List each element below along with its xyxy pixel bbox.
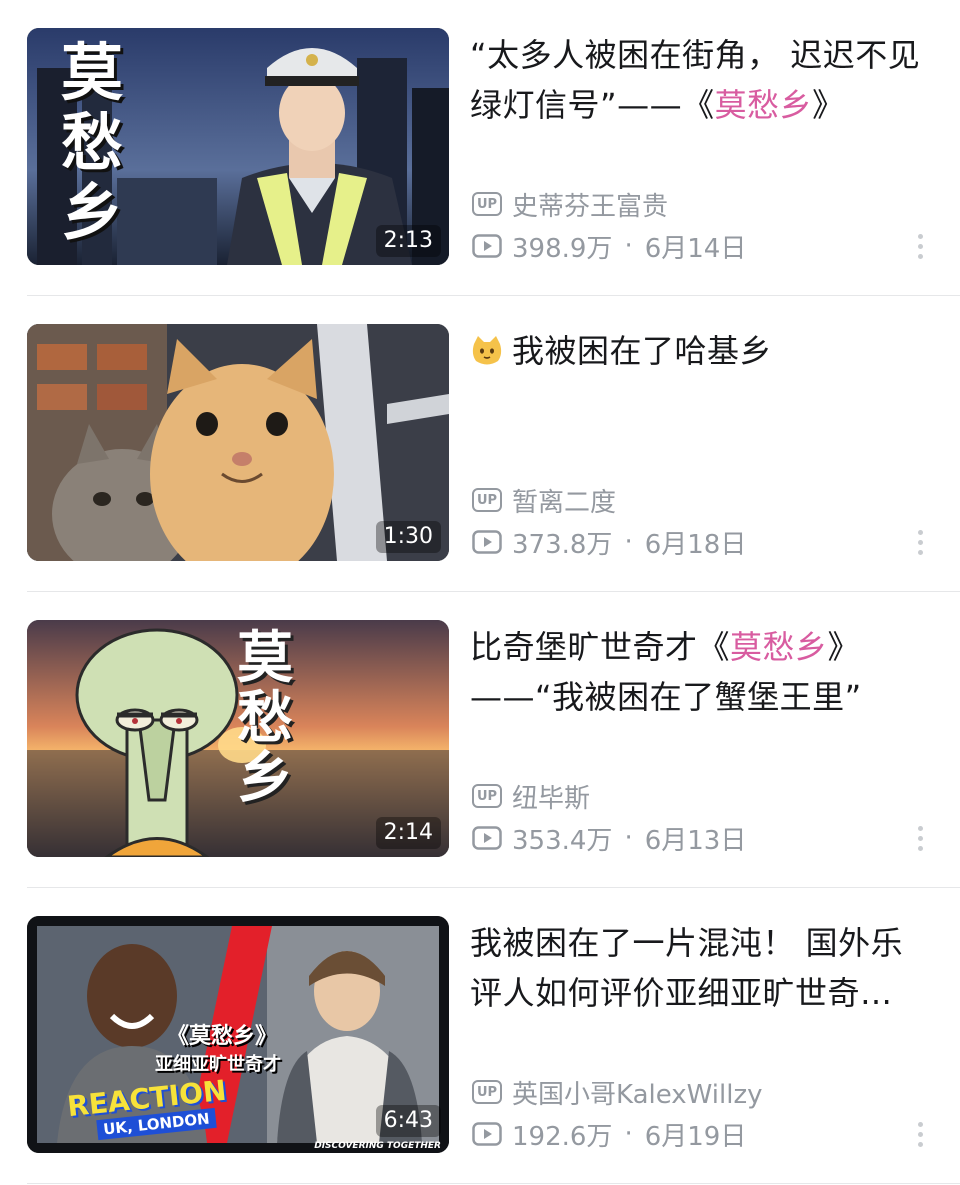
video-card[interactable]: 莫愁乡 2:14 比奇堡旷世奇才《莫愁乡》——“我被困在了蟹堡王里” UP 纽毕… bbox=[0, 592, 960, 888]
uploader-row[interactable]: UP 英国小哥KalexWillzy bbox=[472, 1074, 763, 1110]
uploader-name: 纽毕斯 bbox=[512, 783, 591, 814]
separator-dot: · bbox=[624, 1119, 633, 1149]
thumbnail-subtitle: 亚细亚旷世奇才 bbox=[155, 1054, 281, 1075]
video-card[interactable]: 《莫愁乡》 亚细亚旷世奇才 REACTION UK, LONDON DISCOV… bbox=[0, 888, 960, 1184]
stats-row: 353.4万 · 6月13日 bbox=[472, 820, 746, 856]
video-duration: 6:43 bbox=[375, 1105, 441, 1137]
thumbnail-title-art: 莫愁乡 bbox=[237, 625, 293, 811]
video-card[interactable]: 1:30 我被困在了哈基乡 UP 暂离二度 373.8万 · 6月18日 bbox=[0, 296, 960, 592]
video-thumbnail[interactable]: 1:30 bbox=[27, 324, 449, 561]
uploader-row[interactable]: UP 暂离二度 bbox=[472, 482, 616, 518]
video-feed: 莫愁乡 2:13 “太多人被困在街角， 迟迟不见绿灯信号”——《莫愁乡》 UP … bbox=[0, 0, 960, 1185]
play-count-icon bbox=[472, 530, 502, 554]
more-options-icon[interactable] bbox=[908, 228, 932, 264]
up-badge-icon: UP bbox=[472, 192, 502, 216]
title-highlight: 莫愁乡 bbox=[730, 628, 828, 666]
publish-date: 6月19日 bbox=[644, 1121, 747, 1152]
video-duration: 1:30 bbox=[375, 521, 441, 553]
uploader-name: 暂离二度 bbox=[512, 487, 617, 518]
uploader-name: 史蒂芬王富贵 bbox=[512, 191, 669, 222]
more-options-icon[interactable] bbox=[908, 1116, 932, 1152]
publish-date: 6月14日 bbox=[644, 233, 747, 264]
video-title[interactable]: 我被困在了一片混沌！ 国外乐评人如何评价亚细亚旷世奇… bbox=[470, 918, 930, 1018]
thumbnail-title-art: 《莫愁乡》 bbox=[167, 1024, 278, 1049]
stats-row: 192.6万 · 6月19日 bbox=[472, 1116, 746, 1152]
view-count: 373.8万 bbox=[512, 529, 613, 560]
view-count: 192.6万 bbox=[512, 1121, 613, 1152]
separator-dot: · bbox=[624, 823, 633, 853]
view-count: 398.9万 bbox=[512, 233, 613, 264]
cat-face-icon bbox=[472, 336, 502, 365]
video-title[interactable]: 我被困在了哈基乡 bbox=[470, 326, 930, 376]
video-duration: 2:13 bbox=[375, 225, 441, 257]
uploader-row[interactable]: UP 史蒂芬王富贵 bbox=[472, 186, 668, 222]
video-duration: 2:14 bbox=[375, 817, 441, 849]
view-count: 353.4万 bbox=[512, 825, 613, 856]
more-options-icon[interactable] bbox=[908, 820, 932, 856]
video-thumbnail[interactable]: 莫愁乡 2:14 bbox=[27, 620, 449, 857]
play-count-icon bbox=[472, 234, 502, 258]
channel-tag: DISCOVERING TOGETHER bbox=[314, 1141, 441, 1151]
play-count-icon bbox=[472, 1122, 502, 1146]
uploader-row[interactable]: UP 纽毕斯 bbox=[472, 778, 590, 814]
video-title[interactable]: 比奇堡旷世奇才《莫愁乡》——“我被困在了蟹堡王里” bbox=[470, 622, 930, 722]
separator-dot: · bbox=[624, 231, 633, 261]
divider bbox=[27, 1183, 960, 1184]
stats-row: 373.8万 · 6月18日 bbox=[472, 524, 746, 560]
up-badge-icon: UP bbox=[472, 1080, 502, 1104]
up-badge-icon: UP bbox=[472, 488, 502, 512]
video-card[interactable]: 莫愁乡 2:13 “太多人被困在街角， 迟迟不见绿灯信号”——《莫愁乡》 UP … bbox=[0, 0, 960, 296]
uploader-name: 英国小哥KalexWillzy bbox=[512, 1079, 763, 1110]
up-badge-icon: UP bbox=[472, 784, 502, 808]
play-count-icon bbox=[472, 826, 502, 850]
publish-date: 6月18日 bbox=[644, 529, 747, 560]
publish-date: 6月13日 bbox=[644, 825, 747, 856]
separator-dot: · bbox=[624, 527, 633, 557]
video-title[interactable]: “太多人被困在街角， 迟迟不见绿灯信号”——《莫愁乡》 bbox=[470, 30, 930, 130]
thumbnail-title-art: 莫愁乡 bbox=[61, 36, 124, 249]
video-thumbnail[interactable]: 《莫愁乡》 亚细亚旷世奇才 REACTION UK, LONDON DISCOV… bbox=[27, 916, 449, 1153]
more-options-icon[interactable] bbox=[908, 524, 932, 560]
stats-row: 398.9万 · 6月14日 bbox=[472, 228, 746, 264]
title-highlight: 莫愁乡 bbox=[714, 86, 813, 124]
video-thumbnail[interactable]: 莫愁乡 2:13 bbox=[27, 28, 449, 265]
